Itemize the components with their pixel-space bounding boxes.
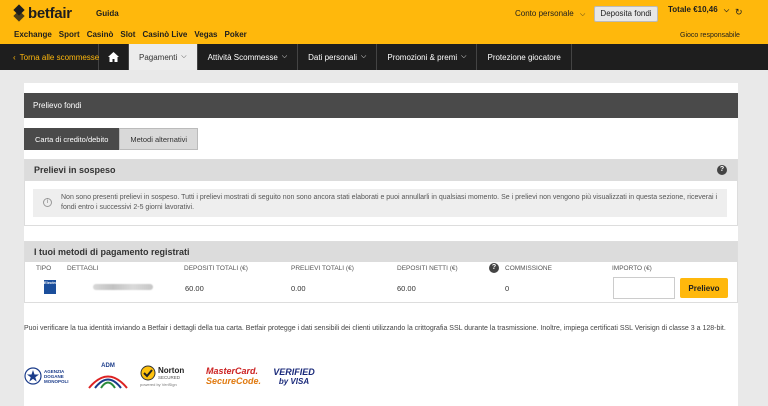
chevron-down-icon: ⌵ <box>181 53 187 60</box>
help-icon[interactable]: ? <box>717 165 727 175</box>
nav-casino-live[interactable]: Casinò Live <box>142 30 187 39</box>
col-dettagli: DETTAGLI <box>67 265 99 272</box>
chevron-down-icon: ⌵ <box>281 53 288 60</box>
col-importo: IMPORTO (€) <box>612 265 652 272</box>
tab-dati-personali[interactable]: Dati personali ⌵ <box>298 44 378 70</box>
pending-withdrawals-box: Prelievi in sospeso ? i Non sono present… <box>24 159 738 226</box>
back-to-bets-link[interactable]: ‹ Torna alle scommesse <box>0 44 99 70</box>
pending-info-message: i Non sono presenti prelievi in sospeso.… <box>33 189 727 217</box>
adm-arch-icon <box>88 375 128 389</box>
nav-poker[interactable]: Poker <box>225 30 247 39</box>
chevron-down-icon: ⌵ <box>461 53 467 60</box>
nav-sport[interactable]: Sport <box>59 30 80 39</box>
tab-pagamenti-label: Pagamenti <box>139 52 178 62</box>
norton-check-icon <box>140 365 156 381</box>
net-deposits-value: 60.00 <box>397 284 416 293</box>
pending-info-text: Non sono presenti prelievi in sospeso. T… <box>61 194 718 211</box>
masked-card-number <box>93 284 153 290</box>
norton-secured: SECURED <box>158 375 181 380</box>
nav-vegas[interactable]: Vegas <box>194 30 217 39</box>
norton-powered: powered by VeriSign <box>140 382 177 387</box>
pending-title-text: Prelievi in sospeso <box>34 165 116 175</box>
home-icon <box>108 52 119 62</box>
back-label: Torna alle scommesse <box>19 52 100 62</box>
nav-slot[interactable]: Slot <box>120 30 135 39</box>
tab-dati-label: Dati personali <box>308 52 358 62</box>
nav-exchange[interactable]: Exchange <box>14 30 52 39</box>
panel-title: Prelievo fondi <box>24 93 738 118</box>
security-logos: AGENZIA DOGANE MONOPOLI ADM Norton SECUR… <box>24 359 738 393</box>
account-menu[interactable]: Conto personale ⌵ <box>515 9 585 19</box>
brand-name: betfair <box>28 4 72 22</box>
main-nav: Exchange Sport Casinò Slot Casinò Live V… <box>14 30 247 39</box>
tab-promozioni-label: Promozioni & premi <box>387 52 458 62</box>
responsible-gaming-link[interactable]: Gioco responsabile <box>680 32 740 39</box>
agenzia-line-3: MONOPOLI <box>44 378 69 384</box>
account-subnav: ‹ Torna alle scommesse Pagamenti ⌵ Attiv… <box>0 44 768 70</box>
visa-electron-card-icon: Electron <box>44 280 60 294</box>
chevron-down-icon: ⌵ <box>723 7 730 14</box>
mastercard-line-2: SecureCode. <box>206 376 262 386</box>
home-button[interactable] <box>99 44 129 70</box>
deposit-button[interactable]: Deposita fondi <box>594 6 658 22</box>
withdraw-panel: Prelievo fondi Carta di credito/debito M… <box>24 83 738 406</box>
tab-protezione-giocatore[interactable]: Protezione giocatore <box>477 44 572 70</box>
betfair-logo-icon <box>12 6 26 20</box>
chevron-left-icon: ‹ <box>13 52 16 62</box>
mastercard-line-1: MasterCard. <box>206 366 259 376</box>
visa-line-1: VERIFIED <box>273 366 315 377</box>
withdraw-button[interactable]: Prelievo <box>680 278 728 298</box>
tab-attivita-scommesse[interactable]: Attività Scommesse ⌵ <box>198 44 299 70</box>
guida-link[interactable]: Guida <box>96 9 119 18</box>
betfair-logo[interactable]: betfair <box>12 4 72 22</box>
tab-protezione-label: Protezione giocatore <box>487 52 561 62</box>
col-depositi-totali: DEPOSITI TOTALI (€) <box>184 265 248 272</box>
col-prelievi-totali: PRELIEVI TOTALI (€) <box>291 265 354 272</box>
balance-total[interactable]: Totale €10,46 ⌵ <box>668 5 729 15</box>
norton-secured-logo: Norton SECURED powered by VeriSign <box>140 359 196 393</box>
methods-title: I tuoi metodi di pagamento registrati <box>25 242 737 262</box>
visa-line-2: by VISA <box>278 376 310 386</box>
col-tipo: TIPO <box>36 265 52 272</box>
verified-by-visa-logo: VERIFIED by VISA <box>269 359 319 393</box>
pending-title: Prelievi in sospeso ? <box>25 160 737 181</box>
mastercard-securecode-logo: MasterCard. SecureCode. <box>206 359 264 393</box>
security-footnote: Puoi verificare la tua identità inviando… <box>24 325 726 332</box>
tab-attivita-label: Attività Scommesse <box>207 52 278 62</box>
balance-total-text: Totale €10,46 <box>668 5 718 14</box>
adm-logo: ADM <box>86 359 130 393</box>
agenzia-dogane-logo: AGENZIA DOGANE MONOPOLI <box>24 359 76 393</box>
norton-name: Norton <box>158 366 185 375</box>
star-seal-icon <box>24 367 42 385</box>
payment-methods-box: I tuoi metodi di pagamento registrati TI… <box>24 241 738 303</box>
tab-credit-card[interactable]: Carta di credito/debito <box>24 128 120 150</box>
col-depositi-netti: DEPOSITI NETTI (€) <box>397 265 458 272</box>
amount-input[interactable] <box>613 277 675 299</box>
payment-tabs: Carta di credito/debito Metodi alternati… <box>24 128 199 150</box>
help-icon[interactable]: ? <box>489 263 499 273</box>
top-bar: betfair Guida Conto personale ⌵ Deposita… <box>0 0 768 44</box>
chevron-down-icon: ⌵ <box>361 53 367 60</box>
tab-alternative-methods[interactable]: Metodi alternativi <box>119 128 199 150</box>
tab-pagamenti[interactable]: Pagamenti ⌵ <box>129 44 198 70</box>
col-commissione: COMMISSIONE <box>505 265 552 272</box>
refresh-icon[interactable]: ↻ <box>735 7 743 18</box>
commission-value: 0 <box>505 284 510 293</box>
nav-casino[interactable]: Casinò <box>87 30 114 39</box>
total-withdrawals-value: 0.00 <box>291 284 306 293</box>
account-label: Conto personale <box>515 9 574 18</box>
chevron-down-icon: ⌵ <box>579 11 586 18</box>
info-icon: i <box>43 198 52 207</box>
tab-promozioni[interactable]: Promozioni & premi ⌵ <box>377 44 478 70</box>
total-deposits-value: 60.00 <box>185 284 204 293</box>
